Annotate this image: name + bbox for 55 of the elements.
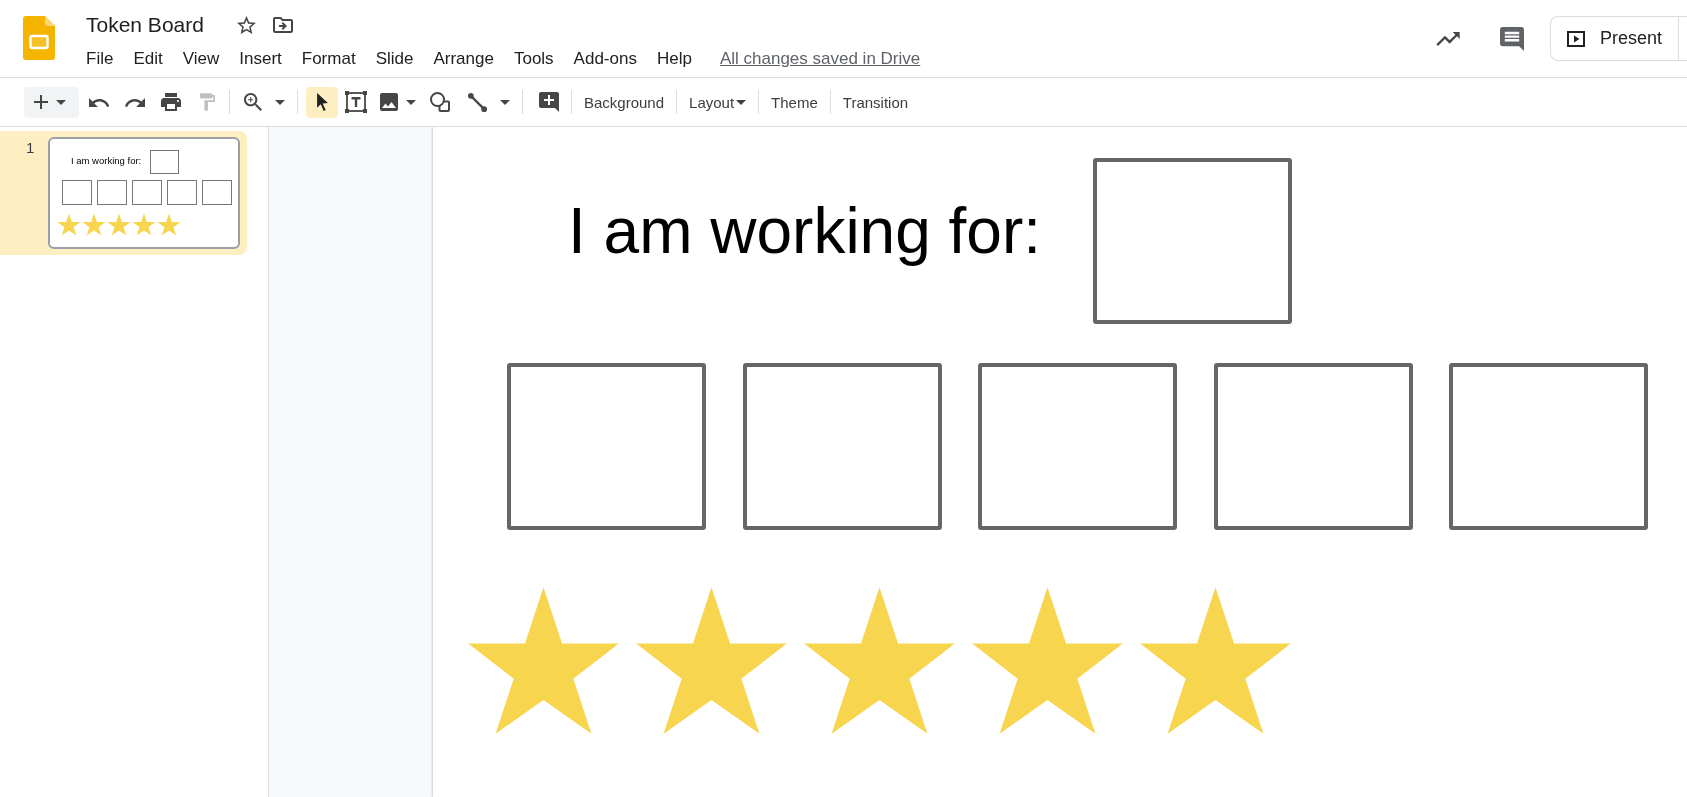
- print-icon[interactable]: [161, 93, 181, 111]
- menu-item[interactable]: Slide: [365, 47, 424, 71]
- star-shape: [132, 213, 156, 236]
- text-box-icon: [345, 91, 367, 113]
- undo-icon[interactable]: [89, 97, 109, 107]
- image-icon: [380, 93, 398, 111]
- empty-box: [202, 180, 232, 205]
- caret-icon: [500, 99, 510, 105]
- new-slide-button[interactable]: [24, 86, 79, 118]
- caret-icon: [406, 99, 416, 105]
- toolbar-button[interactable]: Background: [578, 86, 671, 118]
- cursor-icon: [316, 93, 328, 111]
- star-shape: [107, 213, 131, 236]
- toolbar-button[interactable]: Theme: [765, 86, 824, 118]
- empty-box: [132, 180, 162, 205]
- slide-thumbnail[interactable]: I am working for:: [48, 137, 240, 249]
- menu-item[interactable]: Help: [646, 47, 702, 71]
- empty-box: [97, 180, 127, 205]
- trend-line-icon[interactable]: [1435, 31, 1460, 46]
- menu-item[interactable]: Add-ons: [563, 47, 647, 71]
- add-comment-icon[interactable]: [539, 92, 559, 112]
- zoom-in-icon[interactable]: [244, 93, 262, 111]
- slide-list-item[interactable]: 1 I am working for:: [0, 131, 247, 255]
- save-status-link[interactable]: All changes saved in Drive: [719, 49, 921, 69]
- caret-icon[interactable]: [275, 99, 285, 105]
- star-icon[interactable]: [236, 16, 256, 34]
- document-title[interactable]: Token Board: [86, 11, 204, 39]
- star-shape: [157, 213, 181, 236]
- star-shape: [57, 213, 81, 236]
- menu-item[interactable]: Tools: [503, 47, 564, 71]
- menu-item[interactable]: Edit: [123, 47, 173, 71]
- menu-item[interactable]: File: [76, 47, 124, 71]
- folder-arrow-icon[interactable]: [272, 17, 293, 33]
- shapes-icon: [430, 92, 450, 112]
- line-icon: [468, 92, 487, 112]
- redo-icon[interactable]: [125, 97, 145, 107]
- caret-icon[interactable]: [56, 99, 66, 105]
- comment-icon[interactable]: [1499, 26, 1524, 51]
- layout-menu-button[interactable]: Layout: [683, 86, 753, 118]
- menu-item[interactable]: Format: [291, 47, 366, 71]
- empty-box: [167, 180, 197, 205]
- plus-icon: [34, 95, 48, 109]
- menu-item[interactable]: Insert: [229, 47, 292, 71]
- slide-number: 1: [26, 139, 35, 156]
- select-tool-button[interactable]: [306, 86, 338, 118]
- thumbnail-text: I am working for:: [71, 155, 142, 166]
- play-icon: [1566, 30, 1585, 47]
- star-shape: [82, 213, 106, 236]
- menu-item[interactable]: Arrange: [423, 47, 504, 71]
- empty-box: [150, 150, 179, 174]
- toolbar-button[interactable]: Transition: [836, 86, 915, 118]
- empty-box: [62, 180, 92, 205]
- present-button[interactable]: Present: [1549, 16, 1678, 61]
- caret-icon: [736, 99, 747, 105]
- menu-item[interactable]: View: [172, 47, 230, 71]
